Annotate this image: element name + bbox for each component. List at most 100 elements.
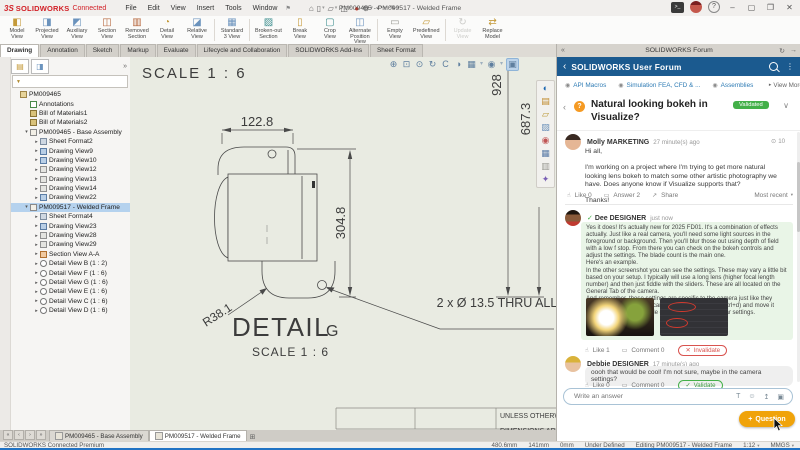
toolbar-button[interactable]: ▥ Removed Section: [122, 16, 152, 44]
menu-item[interactable]: Window: [248, 4, 283, 13]
toolbar-button[interactable]: ▨ Broken-out Section: [252, 16, 285, 44]
ribbon-tab[interactable]: Lifecycle and Collaboration: [197, 44, 288, 57]
toolbar-button[interactable]: ◨ Projected View: [32, 16, 62, 44]
dimension-width[interactable]: [222, 128, 293, 144]
menu-item[interactable]: View: [166, 4, 191, 13]
panel-collapse-icon[interactable]: «: [561, 47, 565, 54]
layout-icon[interactable]: ❐: [764, 3, 777, 12]
dim-right-outer-text[interactable]: 928: [489, 74, 504, 96]
expander-icon[interactable]: ▸: [33, 289, 40, 295]
upload-icon[interactable]: ↥: [764, 393, 770, 401]
tree-item[interactable]: ▾ PM009517 - Welded Frame: [11, 203, 130, 212]
expander-icon[interactable]: ▸: [33, 298, 40, 304]
tree-item[interactable]: ▸ Drawing View10: [11, 156, 130, 165]
console-icon[interactable]: >_: [671, 2, 684, 13]
post-author[interactable]: Molly MARKETING: [587, 139, 649, 146]
like-button[interactable]: Like 0: [575, 192, 592, 199]
custom-properties-icon[interactable]: ▦: [541, 148, 550, 159]
answer-input[interactable]: [572, 392, 736, 401]
zoom-to-area-icon[interactable]: ⊡: [401, 59, 412, 70]
appearances-icon[interactable]: ◉: [542, 135, 550, 146]
tree-item[interactable]: ▸ Drawing View14: [11, 184, 130, 193]
open-icon[interactable]: ▱ ▾: [328, 4, 338, 13]
sheet-nav-button[interactable]: «: [3, 430, 13, 440]
detail-view-label[interactable]: DETAIL: [232, 312, 330, 342]
answer1-author[interactable]: Dee DESIGNER: [595, 215, 646, 222]
toolbar-button[interactable]: ◫ Alternate Position View: [345, 16, 375, 44]
file-explorer-icon[interactable]: ▱: [542, 109, 549, 120]
category-chip[interactable]: ◉ Assemblies: [712, 82, 753, 89]
answer-button[interactable]: Answer 2: [613, 192, 640, 199]
emoji-icon[interactable]: ☺: [748, 393, 755, 401]
appearance-icon[interactable]: ◑: [453, 59, 464, 70]
panel-arrow-icon[interactable]: →: [790, 47, 797, 55]
image-icon[interactable]: ▣: [777, 393, 784, 401]
format-text-icon[interactable]: T: [736, 393, 740, 401]
save-icon[interactable]: ◫ ▾: [340, 4, 351, 13]
ribbon-tab[interactable]: SOLIDWORKS Add-Ins: [288, 44, 369, 57]
tree-filter-input[interactable]: ▼: [12, 75, 128, 88]
thread-back-icon[interactable]: ‹: [563, 102, 566, 112]
like-button[interactable]: Like 1: [593, 347, 610, 354]
tree-item[interactable]: Bill of Materials2: [11, 118, 130, 127]
expander-icon[interactable]: ▸: [33, 139, 40, 145]
toolbar-button[interactable]: ▭ Empty View: [380, 16, 410, 44]
toolbar-button[interactable]: [249, 19, 250, 41]
detail-view-letter[interactable]: G: [326, 323, 338, 340]
rotate-view-icon[interactable]: ↻: [427, 59, 438, 70]
help-icon[interactable]: ?: [708, 1, 720, 13]
toolbar-button[interactable]: [214, 19, 215, 41]
minimize-icon[interactable]: –: [726, 3, 739, 12]
tree-item[interactable]: ▸ Section View A-A: [11, 250, 130, 259]
tree-item[interactable]: ▸ Drawing View23: [11, 221, 130, 230]
session-icon[interactable]: ●: [354, 4, 359, 13]
comment-button[interactable]: Comment 0: [631, 347, 664, 354]
ribbon-tab[interactable]: Sheet Format: [370, 44, 423, 57]
expander-icon[interactable]: ▸: [33, 308, 40, 314]
expander-icon[interactable]: ▸: [33, 251, 40, 257]
expander-icon[interactable]: ▸: [33, 157, 40, 163]
back-icon[interactable]: ‹: [563, 61, 566, 72]
view-palette-icon[interactable]: ▨: [541, 122, 550, 133]
zoom-to-fit-icon[interactable]: ⊕: [388, 59, 399, 70]
comment-icon[interactable]: ▭: [604, 192, 610, 199]
menu-item[interactable]: File: [120, 4, 141, 13]
forum-icon[interactable]: ✦: [542, 174, 550, 185]
category-chip[interactable]: ◉ Simulation FEA, CFD & ...: [618, 82, 700, 89]
sheet-nav-button[interactable]: ‹: [14, 430, 24, 440]
avatar[interactable]: [565, 210, 581, 226]
tab-display-manager[interactable]: ◨: [31, 59, 49, 74]
kebab-menu-icon[interactable]: ⋮: [786, 62, 794, 71]
toolbar-button[interactable]: ◩ Auxiliary View: [62, 16, 92, 44]
toolbar-button[interactable]: ▯ Break View: [285, 16, 315, 44]
expander-icon[interactable]: ▸: [33, 167, 40, 173]
new-question-button[interactable]: + Question: [739, 411, 795, 427]
redo-icon[interactable]: ↷ ▾: [389, 4, 399, 13]
thread-chevron-icon[interactable]: ∨: [783, 101, 789, 110]
hole-note-line1[interactable]: 2 x Ø 13.5 THRU ALL: [437, 296, 556, 310]
tree-item[interactable]: ▸ Sheet Format2: [11, 137, 130, 146]
zoom-icon[interactable]: ⊙: [414, 59, 425, 70]
drawing-view-mode-icon[interactable]: ▣: [506, 58, 519, 71]
tree-item[interactable]: ▸ Detail View D (1 : 6): [11, 306, 130, 315]
ribbon-tab[interactable]: Annotation: [40, 44, 85, 57]
ribbon-tab[interactable]: Evaluate: [157, 44, 196, 57]
dim-radius-text[interactable]: R38.1: [200, 300, 235, 329]
sheet-nav-button[interactable]: »: [36, 430, 46, 440]
panel-refresh-icon[interactable]: ↻: [779, 47, 785, 55]
sort-dropdown[interactable]: Most recent▾: [754, 192, 793, 199]
ribbon-tab[interactable]: Drawing: [0, 44, 39, 57]
tree-next-icon[interactable]: »: [123, 63, 127, 70]
toolbar-button[interactable]: ◫ Section View: [92, 16, 122, 44]
sheet-nav-button[interactable]: ›: [25, 430, 35, 440]
scene-icon[interactable]: ▦: [466, 59, 477, 70]
expander-icon[interactable]: ▸: [33, 223, 40, 229]
expander-icon[interactable]: ▸: [33, 176, 40, 182]
redraw-icon[interactable]: C: [440, 59, 451, 70]
tree-item[interactable]: ▸ Detail View C (1 : 6): [11, 297, 130, 306]
expander-icon[interactable]: ▸: [33, 280, 40, 286]
tree-item[interactable]: ▸ Detail View G (1 : 6): [11, 278, 130, 287]
ribbon-tab[interactable]: Markup: [120, 44, 155, 57]
tree-item[interactable]: Bill of Materials1: [11, 109, 130, 118]
expander-icon[interactable]: ▸: [33, 270, 40, 276]
